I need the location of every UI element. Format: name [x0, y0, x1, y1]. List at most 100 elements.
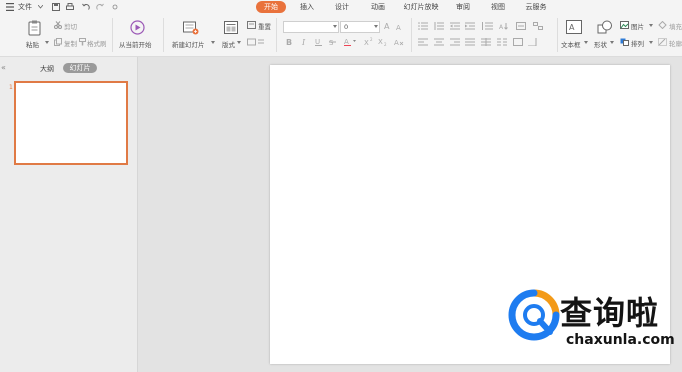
- line-spacing-icon[interactable]: [481, 22, 493, 30]
- reset-icon[interactable]: [247, 21, 256, 29]
- align-left-icon[interactable]: [418, 38, 428, 46]
- new-slide-button[interactable]: 新建幻灯片: [172, 39, 205, 49]
- svg-text:2: 2: [384, 42, 387, 46]
- font-grow-icon[interactable]: A: [384, 21, 393, 30]
- copy-icon[interactable]: [54, 38, 62, 46]
- layout-icon[interactable]: [224, 21, 238, 34]
- outline-button[interactable]: 轮廓: [669, 38, 682, 48]
- chevron-down-icon[interactable]: [649, 24, 653, 27]
- svg-text:A: A: [569, 23, 575, 32]
- svg-text:A: A: [396, 24, 401, 31]
- text-direction-icon[interactable]: A: [499, 22, 511, 30]
- tab-slides[interactable]: 幻灯片: [63, 63, 97, 73]
- reset-button[interactable]: 重置: [258, 21, 271, 31]
- tab-outline[interactable]: 大纲: [40, 64, 54, 74]
- redo-icon[interactable]: [96, 3, 104, 11]
- align-center-icon[interactable]: [434, 38, 444, 46]
- ribbon-separator: [411, 18, 412, 52]
- distribute-icon[interactable]: [481, 38, 491, 46]
- arrange-icon[interactable]: [620, 38, 629, 46]
- chevron-down-icon[interactable]: [45, 41, 49, 44]
- section-icon[interactable]: [247, 38, 256, 46]
- bold-icon[interactable]: B: [286, 37, 294, 46]
- format-painter-icon[interactable]: [79, 38, 86, 46]
- save-icon[interactable]: [52, 3, 60, 11]
- bullet-list-icon[interactable]: [418, 22, 428, 30]
- undo-icon[interactable]: [82, 3, 90, 11]
- chevron-down-icon[interactable]: [374, 25, 378, 28]
- subscript-icon[interactable]: X2: [378, 37, 388, 46]
- paragraph-settings-icon[interactable]: [528, 38, 538, 46]
- svg-text:X: X: [364, 39, 369, 46]
- tab-animation[interactable]: 动画: [366, 1, 390, 13]
- superscript-icon[interactable]: X2: [364, 37, 374, 46]
- font-color-icon[interactable]: A: [344, 37, 356, 46]
- chevron-down-icon[interactable]: [211, 41, 215, 44]
- play-icon[interactable]: [130, 20, 145, 35]
- picture-button[interactable]: 图片: [631, 21, 644, 31]
- shape-button[interactable]: 形状: [594, 39, 607, 49]
- font-name-combo[interactable]: [283, 21, 339, 33]
- chevron-down-icon[interactable]: [610, 41, 614, 44]
- ribbon-separator: [112, 18, 113, 52]
- align-right-icon[interactable]: [450, 38, 460, 46]
- print-icon[interactable]: [66, 3, 74, 11]
- chevron-down-icon[interactable]: [237, 41, 241, 44]
- tab-cloud-service[interactable]: 云服务: [520, 1, 552, 13]
- collapse-panel-button[interactable]: «: [1, 63, 6, 72]
- font-size-value: 0: [344, 23, 349, 31]
- cut-button[interactable]: 剪切: [64, 21, 77, 31]
- chevron-down-icon[interactable]: [333, 25, 337, 28]
- slide-thumbnail[interactable]: [14, 81, 128, 165]
- outline-icon[interactable]: [658, 38, 667, 46]
- picture-icon[interactable]: [620, 21, 629, 29]
- hamburger-icon[interactable]: [6, 3, 14, 11]
- slide-number: 1: [9, 84, 13, 91]
- svg-text:A: A: [384, 22, 390, 30]
- scissors-icon[interactable]: [54, 21, 62, 29]
- tab-design[interactable]: 设计: [330, 1, 354, 13]
- format-painter-button[interactable]: 格式刷: [87, 38, 107, 48]
- font-shrink-icon[interactable]: A: [396, 22, 405, 31]
- more-icon[interactable]: [112, 4, 118, 10]
- paste-button[interactable]: 粘贴: [26, 39, 39, 49]
- copy-button[interactable]: 复制: [64, 38, 77, 48]
- textbox-button[interactable]: 文本框: [561, 39, 581, 49]
- clear-format-icon[interactable]: A: [394, 37, 404, 46]
- svg-text:A: A: [499, 24, 504, 30]
- file-menu[interactable]: 文件: [18, 1, 32, 13]
- strikethrough-icon[interactable]: S: [329, 37, 337, 46]
- increase-indent-icon[interactable]: [465, 22, 475, 30]
- section-dropdown-icon[interactable]: [258, 38, 267, 46]
- text-box-align-icon[interactable]: [513, 38, 523, 46]
- smart-art-icon[interactable]: [533, 22, 543, 30]
- decrease-indent-icon[interactable]: [450, 22, 460, 30]
- chevron-down-icon[interactable]: [38, 5, 43, 9]
- tab-home[interactable]: 开始: [256, 1, 286, 13]
- svg-text:A: A: [394, 39, 399, 46]
- numbered-list-icon[interactable]: [434, 22, 444, 30]
- tab-slideshow[interactable]: 幻灯片放映: [400, 1, 442, 13]
- fill-icon[interactable]: [658, 21, 667, 29]
- underline-icon[interactable]: U: [315, 37, 323, 46]
- text-align-vertical-icon[interactable]: [516, 22, 528, 30]
- shape-icon[interactable]: [597, 20, 613, 35]
- italic-icon[interactable]: I: [301, 37, 309, 46]
- textbox-icon[interactable]: A: [566, 20, 582, 35]
- layout-button[interactable]: 版式: [222, 39, 235, 49]
- justify-icon[interactable]: [465, 38, 475, 46]
- new-slide-icon[interactable]: [183, 20, 199, 35]
- menu-bar: 文件 开始 插入 设计 动画 幻灯片放映 审阅 视图 云服务: [0, 0, 682, 14]
- fill-button[interactable]: 填充: [669, 21, 682, 31]
- play-from-current-button[interactable]: 从当前开始: [119, 39, 152, 49]
- tab-review[interactable]: 审阅: [452, 1, 474, 13]
- paste-icon[interactable]: [28, 20, 42, 36]
- svg-text:U: U: [315, 38, 320, 46]
- arrange-button[interactable]: 排列: [631, 38, 644, 48]
- columns-icon[interactable]: [497, 38, 507, 46]
- tab-view[interactable]: 视图: [486, 1, 510, 13]
- tab-insert[interactable]: 插入: [296, 1, 318, 13]
- chevron-down-icon[interactable]: [649, 41, 653, 44]
- svg-text:I: I: [301, 38, 306, 46]
- chevron-down-icon[interactable]: [584, 41, 588, 44]
